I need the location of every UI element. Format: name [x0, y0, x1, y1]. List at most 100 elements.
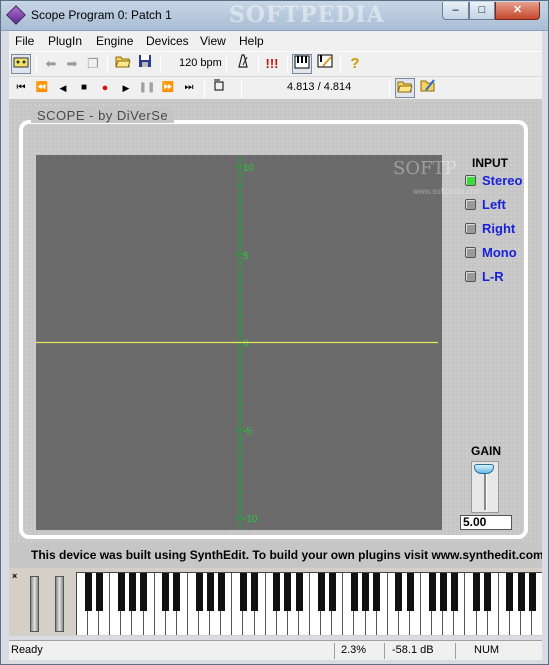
keyboard-view-button[interactable] [292, 54, 312, 74]
black-key[interactable] [351, 573, 358, 611]
metronome-button[interactable] [233, 54, 253, 74]
black-key[interactable] [162, 573, 170, 611]
menu-view[interactable]: View [200, 34, 226, 48]
black-key[interactable] [528, 573, 536, 611]
menu-help[interactable]: Help [239, 34, 264, 48]
black-key[interactable] [439, 573, 447, 611]
save-icon [139, 55, 151, 67]
pitch-bend-wheel[interactable] [30, 576, 39, 632]
piano-icon [294, 55, 310, 69]
scope-tick-label: -5 [243, 426, 252, 437]
scope-display: 10 5 0 -5 -10 [36, 155, 442, 530]
scope-graph: 10 5 0 -5 -10 [36, 155, 438, 530]
close-button[interactable]: ✕ [495, 2, 540, 20]
fast-forward-icon[interactable]: ⏩ [158, 78, 178, 98]
input-option-label: L-R [482, 269, 504, 284]
metronome-icon [238, 54, 248, 68]
edit-preset-button[interactable] [418, 78, 438, 98]
panic-button[interactable]: !!! [262, 54, 282, 74]
piano-keyboard[interactable] [76, 572, 542, 635]
menu-plugin[interactable]: PlugIn [48, 34, 82, 48]
app-icon [6, 5, 26, 25]
gain-title: GAIN [471, 444, 501, 458]
transport-toolbar: ⏮ ⏪ ◀ ■ ● ▶ ❚❚ ⏩ ⏭ 4.813 / 4.814 [9, 76, 542, 99]
black-key[interactable] [328, 573, 336, 611]
gain-slider-thumb[interactable] [474, 464, 494, 474]
black-key[interactable] [395, 573, 403, 611]
black-key[interactable] [484, 573, 492, 611]
loop-icon [214, 79, 224, 91]
black-key[interactable] [373, 573, 381, 611]
editor-button[interactable] [315, 54, 335, 74]
input-led-indicator[interactable] [465, 247, 476, 258]
open-button[interactable] [113, 54, 133, 74]
black-key[interactable] [295, 573, 303, 611]
black-key[interactable] [217, 573, 225, 611]
rewind-start-icon[interactable]: ⏮ [11, 78, 31, 98]
play-icon[interactable]: ▶ [116, 78, 136, 98]
step-back-icon[interactable]: ◀ [53, 78, 73, 98]
rewind-icon[interactable]: ⏪ [32, 78, 52, 98]
back-icon[interactable]: ⬅ [41, 54, 61, 74]
input-led-indicator[interactable] [465, 175, 476, 186]
input-led-indicator[interactable] [465, 199, 476, 210]
gain-value-field[interactable]: 5.00 [460, 515, 512, 530]
black-key[interactable] [240, 573, 247, 611]
black-key[interactable] [473, 573, 481, 611]
copy-icon[interactable]: ❐ [83, 54, 103, 74]
forward-icon[interactable]: ➡ [62, 54, 82, 74]
mod-wheel[interactable] [55, 576, 64, 632]
scope-watermark-url: www.softpedia.com [413, 187, 482, 196]
minimize-button[interactable]: – [442, 2, 469, 20]
loop-button[interactable] [209, 78, 229, 98]
black-key[interactable] [506, 573, 514, 611]
pause-icon[interactable]: ❚❚ [137, 78, 157, 98]
black-key[interactable] [428, 573, 436, 611]
tempo-display[interactable]: 120 bpm [179, 57, 222, 69]
stop-icon[interactable]: ■ [74, 78, 94, 98]
black-key[interactable] [362, 573, 370, 611]
scope-tick-label: 10 [243, 163, 255, 174]
scope-tick-label: -10 [243, 514, 258, 525]
black-key[interactable] [284, 573, 292, 611]
keyboard-mode-button[interactable] [11, 54, 31, 74]
synthedit-banner-text: This device was built using SynthEdit. T… [31, 548, 542, 562]
app-window: Scope Program 0: Patch 1 SOFTPEDIA – □ ✕… [0, 0, 549, 665]
help-button[interactable]: ? [345, 54, 365, 74]
edit-folder-icon [420, 79, 435, 92]
title-bar[interactable]: Scope Program 0: Patch 1 SOFTPEDIA – □ ✕ [1, 1, 548, 31]
record-icon[interactable]: ● [95, 78, 115, 98]
input-led-indicator[interactable] [465, 271, 476, 282]
black-key[interactable] [84, 573, 92, 611]
level-meter: -58.1 dB [392, 644, 434, 656]
black-key[interactable] [206, 573, 214, 611]
keyboard-panel: × [9, 568, 542, 636]
menu-file[interactable]: File [15, 34, 34, 48]
black-key[interactable] [173, 573, 181, 611]
folder-open-icon [115, 56, 131, 68]
black-key[interactable] [195, 573, 203, 611]
keyboard-close-icon[interactable]: × [12, 571, 17, 581]
black-key[interactable] [406, 573, 414, 611]
maximize-button[interactable]: □ [469, 2, 495, 20]
menu-devices[interactable]: Devices [146, 34, 189, 48]
black-key[interactable] [95, 573, 103, 611]
open-preset-button[interactable] [395, 78, 415, 98]
black-key[interactable] [251, 573, 259, 611]
window-title: Scope Program 0: Patch 1 [31, 8, 172, 22]
black-key[interactable] [273, 573, 281, 611]
save-button[interactable] [135, 54, 155, 74]
input-option-label: Right [482, 221, 516, 236]
black-key[interactable] [517, 573, 525, 611]
black-key[interactable] [450, 573, 458, 611]
menu-engine[interactable]: Engine [96, 34, 133, 48]
black-key[interactable] [117, 573, 125, 611]
forward-end-icon[interactable]: ⏭ [179, 78, 199, 98]
black-key[interactable] [317, 573, 325, 611]
input-led-indicator[interactable] [465, 223, 476, 234]
black-key[interactable] [140, 573, 148, 611]
black-key[interactable] [129, 573, 136, 611]
input-option-label: Stereo [482, 173, 523, 188]
numlock-indicator: NUM [474, 644, 500, 656]
gain-slider[interactable] [471, 461, 499, 513]
